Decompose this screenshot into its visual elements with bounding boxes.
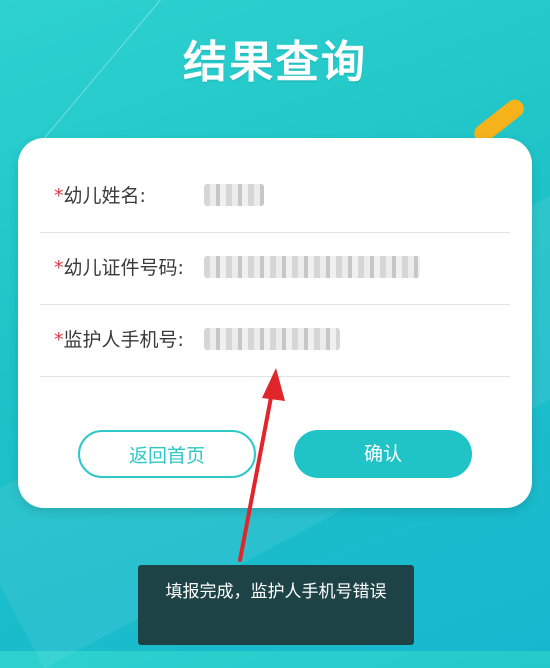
field-label-child-name: *幼儿姓名: xyxy=(54,160,146,232)
confirm-button[interactable]: 确认 xyxy=(294,430,472,478)
required-mark: * xyxy=(54,185,64,207)
child-name-value-blurred[interactable] xyxy=(204,184,264,206)
field-label-text: 监护人手机号: xyxy=(63,329,184,351)
toast-message: 填报完成，监护人手机号错误 xyxy=(138,565,414,645)
required-mark: * xyxy=(54,329,64,351)
guardian-phone-value-blurred[interactable] xyxy=(204,328,340,350)
back-home-button[interactable]: 返回首页 xyxy=(78,430,256,478)
field-label-text: 幼儿姓名: xyxy=(63,185,146,207)
field-row-guardian-phone: *监护人手机号: xyxy=(40,304,510,377)
child-id-value-blurred[interactable] xyxy=(204,256,420,278)
field-label-guardian-phone: *监护人手机号: xyxy=(54,304,184,376)
field-label-text: 幼儿证件号码: xyxy=(63,257,184,279)
field-row-child-name: *幼儿姓名: xyxy=(40,160,510,233)
page-title: 结果查询 xyxy=(183,37,367,88)
query-form-card: *幼儿姓名: *幼儿证件号码: *监护人手机号: 返回首页 确认 xyxy=(18,138,532,508)
field-row-child-id: *幼儿证件号码: xyxy=(40,232,510,305)
field-label-child-id: *幼儿证件号码: xyxy=(54,232,184,304)
required-mark: * xyxy=(54,257,64,279)
